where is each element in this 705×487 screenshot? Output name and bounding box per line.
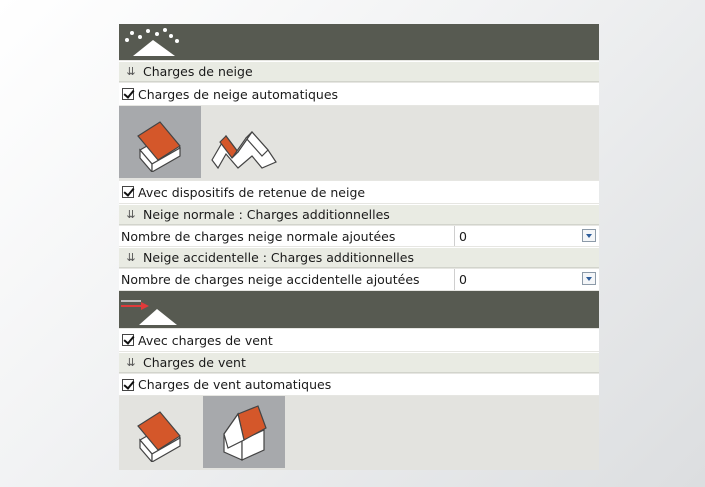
snow-auto-checkbox[interactable] [122, 88, 134, 100]
snow-roof-type-selector [119, 106, 599, 180]
wind-roof-option-single[interactable] [119, 396, 201, 468]
wind-enable-row[interactable]: Avec charges de vent [119, 329, 599, 351]
single-pitch-roof-icon [137, 411, 181, 462]
wind-roof-type-selector [119, 396, 599, 470]
wind-auto-label: Charges de vent automatiques [138, 377, 332, 392]
wind-load-icon [121, 300, 177, 325]
wind-auto-checkbox[interactable] [122, 378, 134, 391]
snow-section-header[interactable]: ⇊ Charges de neige [119, 61, 599, 82]
snow-roof-option-multi[interactable] [203, 106, 285, 178]
snow-retention-label: Avec dispositifs de retenue de neige [138, 184, 366, 200]
accidental-snow-section-title: Neige accidentelle : Charges additionnel… [143, 250, 414, 265]
snow-header-bar [119, 24, 599, 60]
wind-section-title: Charges de vent [143, 355, 246, 370]
collapse-chevron-icon[interactable]: ⇊ [119, 208, 143, 221]
wind-roof-option-gable[interactable] [203, 396, 285, 468]
collapse-chevron-icon[interactable]: ⇊ [119, 251, 143, 264]
normal-snow-count-field[interactable]: 0 [455, 226, 599, 246]
gable-roof-icon [223, 405, 267, 461]
wind-auto-row[interactable]: Charges de vent automatiques [119, 374, 599, 395]
normal-snow-section-header[interactable]: ⇊ Neige normale : Charges additionnelles [119, 204, 599, 225]
accidental-snow-section-header[interactable]: ⇊ Neige accidentelle : Charges additionn… [119, 247, 599, 268]
dropdown-arrow-icon[interactable] [582, 229, 596, 242]
snow-load-icon [125, 28, 179, 56]
snow-retention-row[interactable]: Avec dispositifs de retenue de neige [119, 181, 599, 203]
load-settings-panel: ⇊ Charges de neige Charges de neige auto… [119, 24, 599, 470]
accidental-snow-count-label: Nombre de charges neige accidentelle ajo… [119, 269, 455, 290]
accidental-snow-count-field[interactable]: 0 [455, 269, 599, 290]
normal-snow-count-value: 0 [459, 228, 467, 244]
wind-enable-label: Avec charges de vent [138, 332, 273, 348]
normal-snow-section-title: Neige normale : Charges additionnelles [143, 207, 390, 222]
dropdown-arrow-icon[interactable] [582, 272, 596, 285]
normal-snow-count-row: Nombre de charges neige normale ajoutées… [119, 226, 599, 246]
multi-pitch-roof-icon [211, 131, 277, 170]
collapse-chevron-icon[interactable]: ⇊ [119, 356, 143, 369]
snow-retention-checkbox[interactable] [122, 186, 134, 198]
normal-snow-count-label: Nombre de charges neige normale ajoutées [119, 226, 455, 246]
snow-section-title: Charges de neige [143, 64, 253, 79]
single-pitch-roof-icon [137, 121, 181, 172]
wind-section-header[interactable]: ⇊ Charges de vent [119, 352, 599, 373]
accidental-snow-count-row: Nombre de charges neige accidentelle ajo… [119, 269, 599, 290]
snow-auto-label: Charges de neige automatiques [138, 86, 339, 102]
accidental-snow-count-value: 0 [459, 272, 467, 287]
wind-enable-checkbox[interactable] [122, 334, 134, 346]
wind-header-bar [119, 291, 599, 328]
collapse-chevron-icon[interactable]: ⇊ [119, 65, 143, 78]
snow-auto-row[interactable]: Charges de neige automatiques [119, 83, 599, 105]
snow-roof-option-single[interactable] [119, 106, 201, 178]
